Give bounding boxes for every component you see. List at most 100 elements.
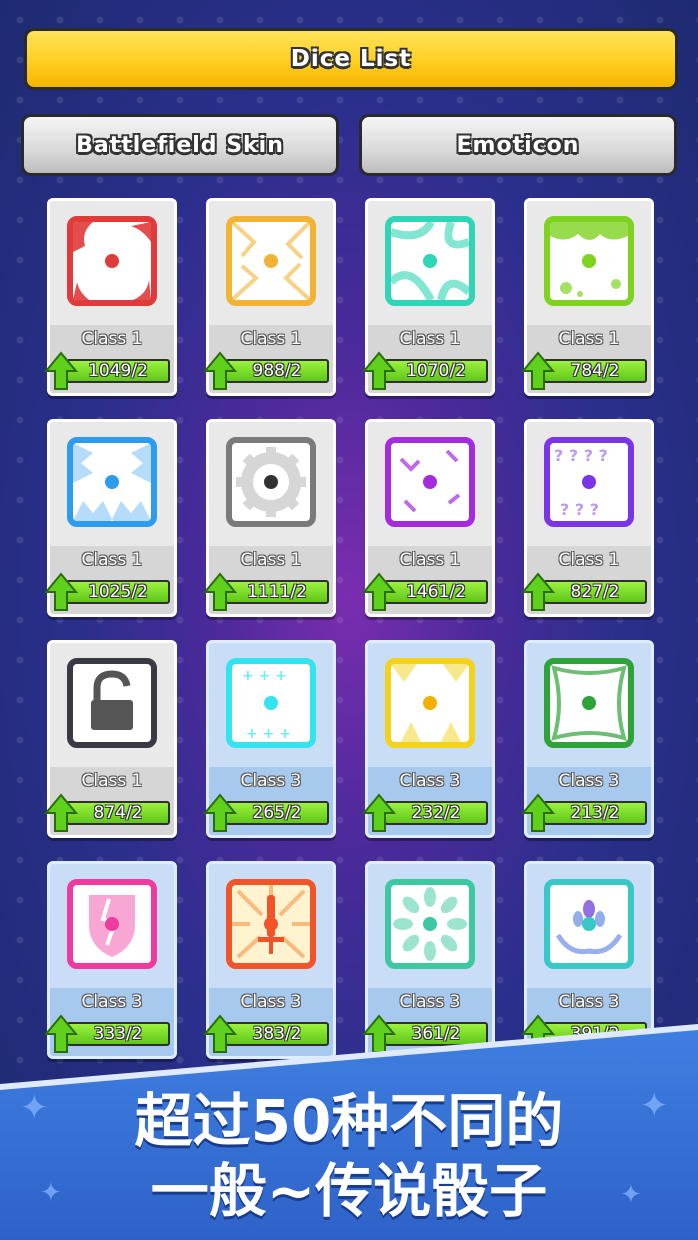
svg-text:+ + +: + + +: [242, 668, 287, 684]
tab-dice-list[interactable]: Dice List: [24, 28, 678, 90]
dice-pip: [582, 475, 596, 489]
svg-text:? ? ? ?: ? ? ? ?: [554, 446, 608, 465]
dice-count-label: 265/2: [252, 803, 302, 823]
dice-card[interactable]: Class 1 1070/2: [362, 198, 495, 396]
tab-dice-list-label: Dice List: [290, 46, 412, 72]
svg-text:+ + +: + + +: [246, 726, 291, 742]
dice-count-bar: 383/2: [225, 1022, 329, 1046]
dice-count-label: 1049/2: [88, 361, 148, 381]
upgrade-arrow-icon: [203, 351, 237, 390]
dice-pip: [582, 917, 596, 931]
dice-pip: [423, 254, 437, 268]
dice-count-label: 874/2: [93, 803, 143, 823]
dice-card[interactable]: Class 1 784/2: [521, 198, 654, 396]
upgrade-arrow-icon: [362, 572, 396, 611]
dice-class-label: Class 1: [240, 329, 302, 349]
question-dice-icon: ? ? ? ? ? ? ?: [544, 437, 634, 527]
dice-count-bar: 213/2: [543, 801, 647, 825]
tab-emoticon-label: Emoticon: [456, 132, 580, 158]
dice-count-label: 784/2: [570, 361, 620, 381]
dice-class-label: Class 1: [81, 771, 143, 791]
upgrade-arrow-icon: [44, 572, 78, 611]
poison-dice-icon: [544, 216, 634, 306]
tab-battlefield-skin-label: Battlefield Skin: [76, 132, 284, 158]
dice-card[interactable]: Class 3 232/2: [362, 640, 495, 838]
wind-dice-icon: [385, 216, 475, 306]
gear-dice-icon: [226, 437, 316, 527]
dice-count-bar: 1070/2: [384, 359, 488, 383]
dice-card[interactable]: Class 1 1111/2: [203, 419, 336, 617]
splash-dice-icon: [67, 216, 157, 306]
dice-class-label: Class 1: [558, 329, 620, 349]
dice-count-label: 827/2: [570, 582, 620, 602]
dice-count-label: 383/2: [252, 1024, 302, 1044]
dice-card[interactable]: Class 1 1461/2: [362, 419, 495, 617]
dice-count-label: 232/2: [411, 803, 461, 823]
dice-pip: [264, 917, 278, 931]
upgrade-arrow-icon: [521, 572, 555, 611]
dice-class-label: Class 1: [81, 329, 143, 349]
dice-pip: [105, 917, 119, 931]
dice-class-label: Class 1: [399, 329, 461, 349]
arrows-dice-icon: [385, 437, 475, 527]
dice-card[interactable]: Class 1 874/2: [44, 640, 177, 838]
dice-class-label: Class 3: [558, 992, 620, 1012]
dice-count-bar: 827/2: [543, 580, 647, 604]
tab-battlefield-skin[interactable]: Battlefield Skin: [21, 114, 339, 176]
dice-card[interactable]: Class 3391/2: [521, 861, 654, 1059]
dice-card[interactable]: + + + + + + Class 3 265/2: [203, 640, 336, 838]
dice-count-bar: 988/2: [225, 359, 329, 383]
dice-card[interactable]: Class 1 1049/2: [44, 198, 177, 396]
dice-class-label: Class 3: [399, 992, 461, 1012]
dice-count-bar: 1461/2: [384, 580, 488, 604]
upgrade-arrow-icon: [44, 1014, 78, 1053]
dice-class-label: Class 3: [399, 771, 461, 791]
dice-class-label: Class 1: [399, 550, 461, 570]
dice-count-bar: 1025/2: [66, 580, 170, 604]
dice-pip: [582, 254, 596, 268]
upgrade-arrow-icon: [362, 793, 396, 832]
dice-pip: [264, 254, 278, 268]
dice-count-bar: 333/2: [66, 1022, 170, 1046]
dice-pip: [423, 696, 437, 710]
dice-card[interactable]: Class 1 988/2: [203, 198, 336, 396]
dice-count-bar: 265/2: [225, 801, 329, 825]
dice-pip: [582, 696, 596, 710]
dice-count-label: 1025/2: [88, 582, 148, 602]
dice-card[interactable]: Class 3 333/2: [44, 861, 177, 1059]
upgrade-arrow-icon: [362, 1014, 396, 1053]
dice-pip: [264, 475, 278, 489]
dice-count-label: 213/2: [570, 803, 620, 823]
thorns-dice-icon: [544, 658, 634, 748]
svg-text:? ? ?: ? ? ?: [560, 500, 599, 519]
dice-class-label: Class 3: [558, 771, 620, 791]
shield-dice-icon: [67, 879, 157, 969]
dice-count-label: 1070/2: [406, 361, 466, 381]
dice-pip: [105, 475, 119, 489]
dice-card[interactable]: ? ? ? ? ? ? ? Class 1 827/2: [521, 419, 654, 617]
dice-class-label: Class 3: [240, 992, 302, 1012]
dice-class-label: Class 1: [240, 550, 302, 570]
dice-count-label: 1111/2: [247, 582, 307, 602]
dice-card[interactable]: Class 1 1025/2: [44, 419, 177, 617]
dice-pip: [423, 917, 437, 931]
dice-count-bar: 1049/2: [66, 359, 170, 383]
dice-count-bar: 874/2: [66, 801, 170, 825]
dice-count-bar: 1111/2: [225, 580, 329, 604]
upgrade-arrow-icon: [521, 793, 555, 832]
dice-class-label: Class 3: [81, 992, 143, 1012]
dice-count-label: 333/2: [93, 1024, 143, 1044]
tab-emoticon[interactable]: Emoticon: [359, 114, 677, 176]
dice-count-bar: 784/2: [543, 359, 647, 383]
plus-dice-icon: + + + + + +: [226, 658, 316, 748]
dice-card[interactable]: Class 3 213/2: [521, 640, 654, 838]
lock-dice-icon: [67, 658, 157, 748]
dice-count-label: 1461/2: [406, 582, 466, 602]
dice-count-bar: 361/2: [384, 1022, 488, 1046]
up-arrows-dice-icon: [385, 658, 475, 748]
upgrade-arrow-icon: [521, 351, 555, 390]
dice-card[interactable]: Class 3 361/2: [362, 861, 495, 1059]
dice-card[interactable]: Class 3 383/2: [203, 861, 336, 1059]
sword-dice-icon: [226, 879, 316, 969]
dice-count-label: 988/2: [252, 361, 302, 381]
